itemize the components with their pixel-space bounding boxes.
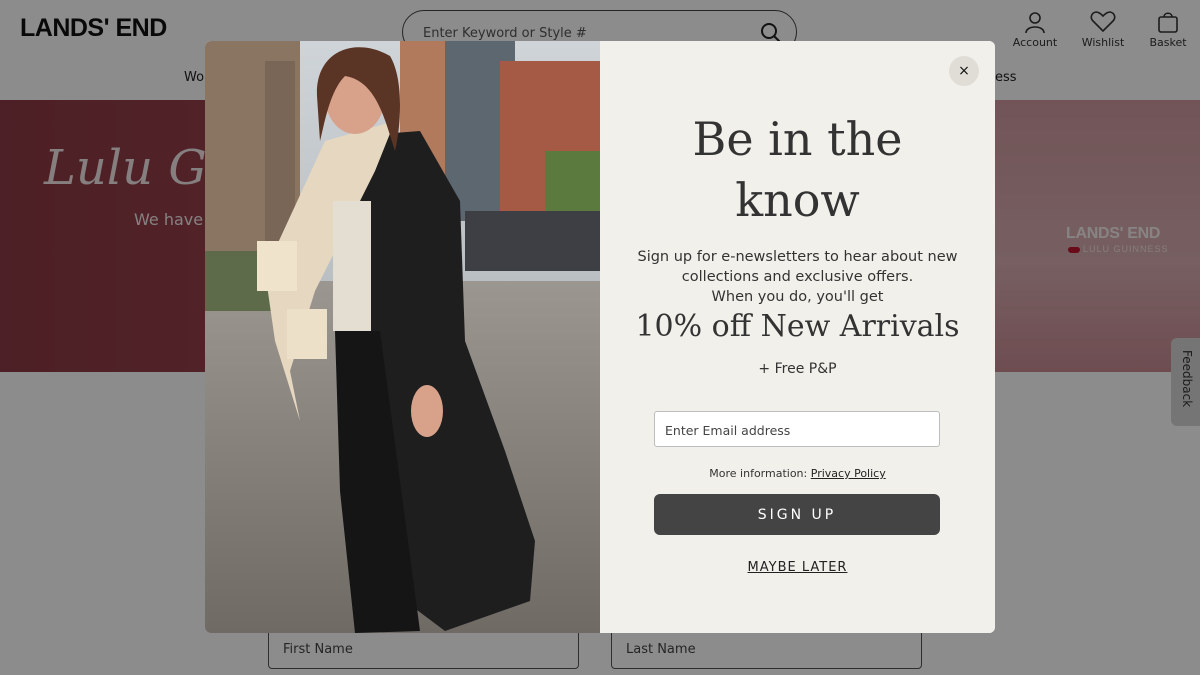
modal-description: Sign up for e-newsletters to hear about … — [600, 247, 995, 307]
maybe-later-link[interactable]: MAYBE LATER — [600, 560, 995, 575]
newsletter-modal: × Be in the know Sign up for e-newslette… — [205, 41, 995, 633]
description-line-3: When you do, you'll get — [711, 289, 884, 305]
more-info-prefix: More information: — [709, 467, 808, 480]
headline-line-1: Be in the — [692, 112, 903, 166]
offer-text: 10% off New Arrivals — [635, 309, 960, 344]
model-photo — [205, 41, 600, 633]
extra-offer-text: + Free P&P — [758, 361, 837, 377]
sign-up-button[interactable]: SIGN UP — [654, 494, 940, 535]
headline-line-2: know — [735, 173, 860, 227]
modal-headline: Be in the know — [600, 109, 995, 231]
email-field[interactable] — [654, 411, 940, 447]
more-information: More information: Privacy Policy — [600, 467, 995, 480]
close-button[interactable]: × — [949, 56, 979, 86]
description-line-2: collections and exclusive offers. — [681, 269, 914, 285]
description-line-1: Sign up for e-newsletters to hear about … — [637, 249, 958, 265]
privacy-policy-link[interactable]: Privacy Policy — [811, 467, 886, 480]
email-input[interactable] — [665, 420, 925, 440]
street-scene-illustration — [205, 41, 600, 633]
modal-content: × Be in the know Sign up for e-newslette… — [600, 41, 995, 633]
